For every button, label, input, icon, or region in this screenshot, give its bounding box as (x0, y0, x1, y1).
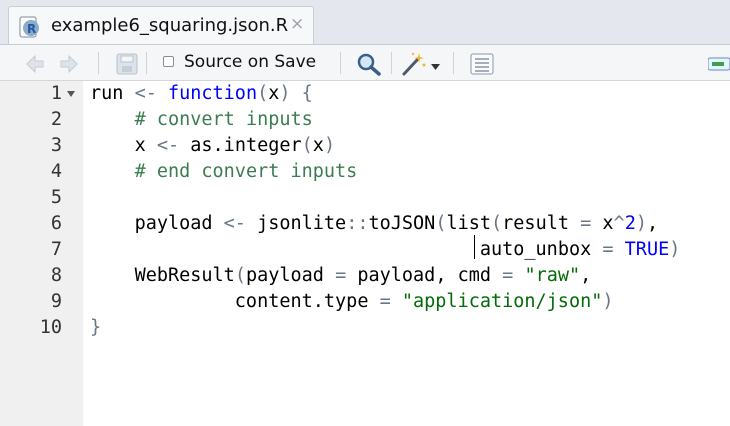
text-cursor (474, 235, 475, 259)
source-on-save-label: Source on Save (184, 52, 317, 72)
code-line-6: payload <- jsonlite::toJSON(list(result … (134, 213, 659, 234)
line-number: 7 (50, 239, 62, 260)
svg-text:R: R (27, 22, 36, 36)
code-line-4: # end convert inputs (134, 161, 358, 182)
search-icon[interactable] (356, 52, 382, 76)
tab-bar: R example6_squaring.json.R × (0, 0, 730, 44)
line-number: 3 (50, 135, 62, 156)
code-line-2: # convert inputs (134, 109, 313, 130)
line-number: 10 (39, 317, 62, 338)
code-line-3: x <- as.integer(x) (134, 135, 336, 156)
line-number: 8 (50, 265, 62, 286)
toolbar-divider (98, 52, 99, 74)
code-line-9: content.type = "application/json") (234, 291, 614, 312)
forward-arrow-icon[interactable] (58, 54, 80, 74)
fold-toggle-icon[interactable] (66, 90, 76, 98)
source-on-save-checkbox[interactable] (163, 56, 174, 67)
magic-wand-icon[interactable] (400, 51, 426, 77)
code-line-7: auto_unbox = TRUE) (479, 239, 681, 260)
chevron-down-icon[interactable] (431, 64, 440, 70)
tab-example6[interactable]: R example6_squaring.json.R × (8, 6, 314, 44)
save-icon[interactable] (116, 53, 138, 75)
toolbar-divider (453, 52, 454, 74)
toolbar-divider (340, 52, 341, 74)
run-chunk-icon[interactable] (708, 54, 730, 74)
line-number: 5 (50, 187, 62, 208)
line-number: 6 (50, 213, 62, 234)
line-number: 4 (50, 161, 62, 182)
outline-list-icon[interactable] (470, 53, 494, 75)
line-number: 1 (50, 83, 62, 104)
close-icon[interactable]: × (290, 16, 304, 33)
code-line-1: run <- function(x) { (90, 83, 313, 104)
toolbar-divider (391, 52, 392, 74)
line-number: 2 (50, 109, 62, 130)
r-file-icon: R (19, 16, 39, 38)
code-line-8: WebResult(payload = payload, cmd = "raw"… (134, 265, 592, 286)
back-arrow-icon[interactable] (24, 54, 46, 74)
editor-toolbar: Source on Save (0, 44, 730, 81)
code-line-10: } (90, 317, 102, 338)
toolbar-divider (146, 52, 147, 74)
tab-title: example6_squaring.json.R (51, 15, 289, 36)
line-number: 9 (50, 291, 62, 312)
